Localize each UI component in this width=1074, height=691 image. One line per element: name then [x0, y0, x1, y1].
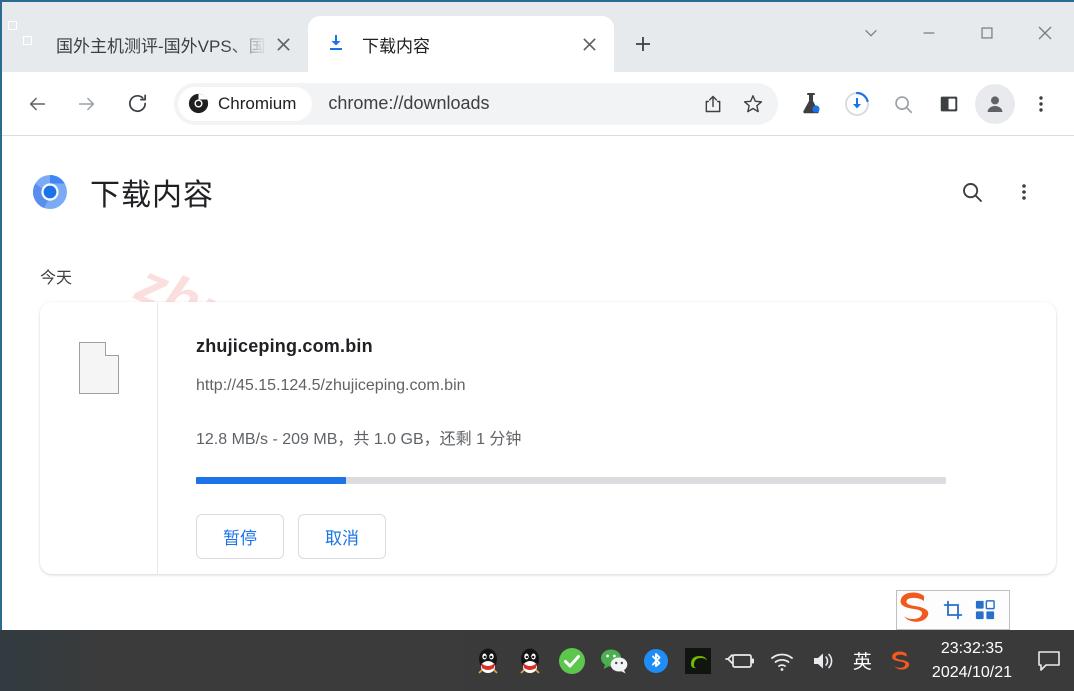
chromium-chip[interactable]: Chromium: [178, 86, 313, 121]
tab-strip: 国外主机测评-国外VPS、国 下载内容: [2, 2, 1074, 72]
experiments-flask-icon[interactable]: [791, 84, 831, 124]
more-vert-icon[interactable]: [1002, 170, 1046, 214]
download-filename: zhujiceping.com.bin: [196, 336, 373, 356]
downloads-header: 下载内容: [2, 136, 1074, 220]
sogou-floating-toolbar[interactable]: [896, 590, 1010, 630]
side-panel-icon[interactable]: [929, 84, 969, 124]
address-bar[interactable]: Chromium chrome://downloads: [174, 82, 778, 125]
bookmark-star-icon[interactable]: [734, 85, 772, 123]
tab-title: 下载内容: [362, 36, 430, 56]
download-progress-bar: [196, 477, 946, 484]
clock-time: 23:32:35: [940, 640, 1004, 658]
browser-window: 国外主机测评-国外VPS、国 下载内容 Chromium chrome://do…: [0, 0, 1074, 632]
nvidia-icon[interactable]: [682, 645, 714, 677]
wechat-icon[interactable]: [598, 645, 630, 677]
tab-title: 国外主机测评-国外VPS、国: [56, 36, 266, 56]
system-tray: 英 23:32:35 2024/10/21: [467, 630, 1074, 691]
back-icon[interactable]: [16, 83, 58, 125]
download-actions: 暂停 取消: [196, 514, 1026, 559]
browser-toolbar: Chromium chrome://downloads: [2, 72, 1074, 136]
share-icon[interactable]: [694, 85, 732, 123]
taskbar: 英 23:32:35 2024/10/21: [0, 630, 1074, 691]
qq-icon[interactable]: [514, 645, 546, 677]
wifi-icon[interactable]: [766, 645, 798, 677]
section-label-today: 今天: [40, 270, 73, 287]
cancel-button[interactable]: 取消: [298, 514, 386, 559]
sogou-s-logo-icon[interactable]: [893, 586, 937, 630]
pause-button[interactable]: 暂停: [196, 514, 284, 559]
chip-label: Chromium: [218, 93, 297, 113]
downloads-page: zhujiceping.com 下载内容: [2, 136, 1074, 632]
download-progress-fill: [196, 477, 346, 484]
download-details: zhujiceping.com.bin http://45.15.124.5/z…: [158, 302, 1056, 574]
page-title: 下载内容: [90, 179, 214, 212]
tab-active[interactable]: 下载内容: [308, 16, 614, 72]
crop-screenshot-icon[interactable]: [937, 594, 969, 626]
download-status-text: 12.8 MB/s - 209 MB，共 1.0 GB，还剩 1 分钟: [196, 431, 522, 448]
close-icon[interactable]: [1016, 10, 1074, 56]
minimize-icon[interactable]: [900, 10, 958, 56]
bluetooth-icon[interactable]: [640, 645, 672, 677]
url-text: chrome://downloads: [328, 93, 490, 113]
search-icon[interactable]: [950, 170, 994, 214]
browser-menu-icon[interactable]: [1021, 84, 1061, 124]
download-progress-icon[interactable]: [837, 84, 877, 124]
battery-icon[interactable]: [724, 645, 756, 677]
reload-icon[interactable]: [116, 83, 158, 125]
screen: 国外主机测评-国外VPS、国 下载内容 Chromium chrome://do…: [0, 0, 1074, 691]
security-check-icon[interactable]: [556, 645, 588, 677]
generic-file-icon: [78, 342, 119, 394]
ime-language-indicator[interactable]: 英: [853, 647, 872, 674]
sogou-icon[interactable]: [885, 645, 917, 677]
chromium-logo-icon: [32, 174, 68, 210]
seal-favicon-icon: [20, 33, 42, 55]
app-grid-icon[interactable]: [969, 594, 1001, 626]
chrome-logo-icon: [188, 93, 209, 114]
clock-date: 2024/10/21: [931, 663, 1012, 681]
new-tab-button[interactable]: [620, 21, 666, 67]
forward-icon[interactable]: [66, 83, 108, 125]
tab-search-chevron-down-icon[interactable]: [842, 10, 900, 56]
action-center-icon[interactable]: [1032, 644, 1066, 678]
qq-icon[interactable]: [472, 645, 504, 677]
close-icon[interactable]: [268, 29, 298, 59]
maximize-icon[interactable]: [958, 10, 1016, 56]
window-controls: [842, 2, 1074, 64]
taskbar-clock[interactable]: 23:32:35 2024/10/21: [932, 637, 1012, 683]
close-icon[interactable]: [574, 29, 604, 59]
file-icon-column: [40, 302, 158, 574]
search-icon[interactable]: [883, 84, 923, 124]
download-source-url[interactable]: http://45.15.124.5/zhujiceping.com.bin: [196, 377, 1026, 395]
volume-icon[interactable]: [808, 645, 840, 677]
download-icon: [326, 33, 348, 55]
download-item-card: zhujiceping.com.bin http://45.15.124.5/z…: [40, 302, 1056, 574]
omnibox-actions: [694, 85, 772, 123]
profile-avatar-icon[interactable]: [975, 83, 1015, 124]
tab-inactive[interactable]: 国外主机测评-国外VPS、国: [2, 16, 308, 72]
